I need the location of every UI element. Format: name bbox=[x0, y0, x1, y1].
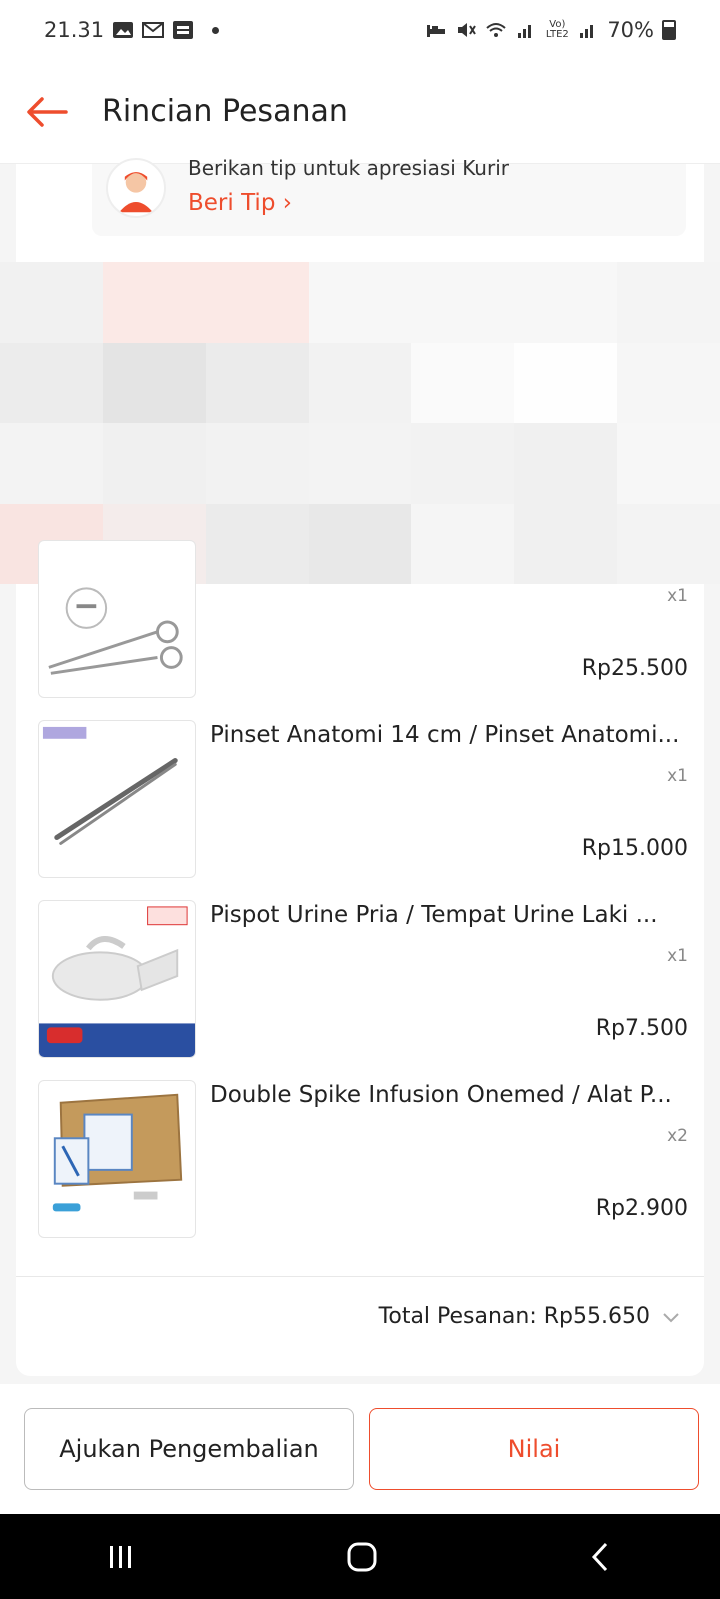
product-name: Pispot Urine Pria / Tempat Urine Laki ..… bbox=[210, 902, 658, 928]
wifi-icon bbox=[485, 20, 507, 40]
product-price: Rp15.000 bbox=[581, 836, 688, 861]
signal-icon bbox=[577, 20, 599, 40]
product-qty: x2 bbox=[667, 1126, 688, 1146]
system-nav-bar bbox=[0, 1514, 720, 1599]
order-total: Total Pesanan: Rp55.650 bbox=[378, 1304, 650, 1329]
scissors-icon bbox=[48, 587, 183, 675]
product-price: Rp2.900 bbox=[595, 1196, 688, 1221]
product-image bbox=[38, 1080, 196, 1238]
tweezers-icon bbox=[42, 726, 178, 845]
product-qty: x1 bbox=[667, 766, 688, 786]
product-qty: x1 bbox=[667, 586, 688, 606]
lte-label: Vo) LTE2 bbox=[545, 19, 569, 40]
page-title: Rincian Pesanan bbox=[102, 94, 348, 129]
status-time: 21.31 bbox=[44, 18, 105, 42]
order-total-row[interactable]: Total Pesanan: Rp55.650 bbox=[379, 1304, 682, 1329]
gallery-icon bbox=[112, 20, 134, 40]
notification-dot bbox=[212, 26, 220, 34]
status-bar: 21.31 Vo) LTE2 70% bbox=[0, 0, 720, 60]
give-tip-link[interactable]: Beri Tip › bbox=[188, 190, 292, 216]
tip-description: Berikan tip untuk apresiasi Kurir bbox=[188, 156, 509, 180]
request-return-button[interactable]: Ajukan Pengembalian bbox=[24, 1408, 354, 1490]
product-qty: x1 bbox=[667, 946, 688, 966]
chevron-down-icon bbox=[660, 1306, 682, 1328]
app-bar: Rincian Pesanan bbox=[0, 60, 720, 164]
list-item[interactable]: Pispot Urine Pria / Tempat Urine Laki ..… bbox=[38, 900, 688, 1062]
battery-icon bbox=[662, 20, 676, 40]
order-items-card: x1 Rp25.500 Pinset Anatomi 14 cm / Pinse… bbox=[16, 540, 704, 1376]
product-name: Double Spike Infusion Onemed / Alat P... bbox=[210, 1082, 672, 1108]
product-price: Rp7.500 bbox=[595, 1016, 688, 1041]
courier-tip-card: Berikan tip untuk apresiasi Kurir Beri T… bbox=[16, 156, 704, 262]
courier-avatar bbox=[106, 158, 166, 218]
back-icon[interactable] bbox=[586, 1540, 616, 1574]
product-image bbox=[38, 540, 196, 698]
signal-icon bbox=[515, 20, 537, 40]
list-item[interactable]: Pinset Anatomi 14 cm / Pinset Anatomi...… bbox=[38, 720, 688, 882]
gmail-icon bbox=[142, 20, 165, 40]
rate-button[interactable]: Nilai bbox=[369, 1408, 699, 1490]
obscured-region bbox=[0, 262, 720, 584]
mute-icon bbox=[455, 20, 477, 40]
recent-apps-icon[interactable] bbox=[104, 1542, 138, 1572]
divider bbox=[16, 1276, 704, 1277]
bottom-action-bar: Ajukan Pengembalian Nilai bbox=[0, 1384, 720, 1514]
sleep-icon bbox=[425, 20, 447, 40]
product-image bbox=[38, 900, 196, 1058]
list-item[interactable]: x1 Rp25.500 bbox=[38, 540, 688, 702]
product-name: Pinset Anatomi 14 cm / Pinset Anatomi... bbox=[210, 722, 680, 748]
urinal-icon bbox=[39, 906, 195, 1057]
back-arrow-icon[interactable] bbox=[24, 88, 72, 136]
give-tip-label: Beri Tip bbox=[188, 190, 276, 216]
bank-app-icon bbox=[172, 20, 194, 40]
box-icon bbox=[52, 1093, 183, 1212]
product-image bbox=[38, 720, 196, 878]
battery-percent: 70% bbox=[607, 18, 654, 42]
home-icon[interactable] bbox=[345, 1540, 379, 1574]
list-item[interactable]: Double Spike Infusion Onemed / Alat P...… bbox=[38, 1080, 688, 1242]
product-price: Rp25.500 bbox=[581, 656, 688, 681]
